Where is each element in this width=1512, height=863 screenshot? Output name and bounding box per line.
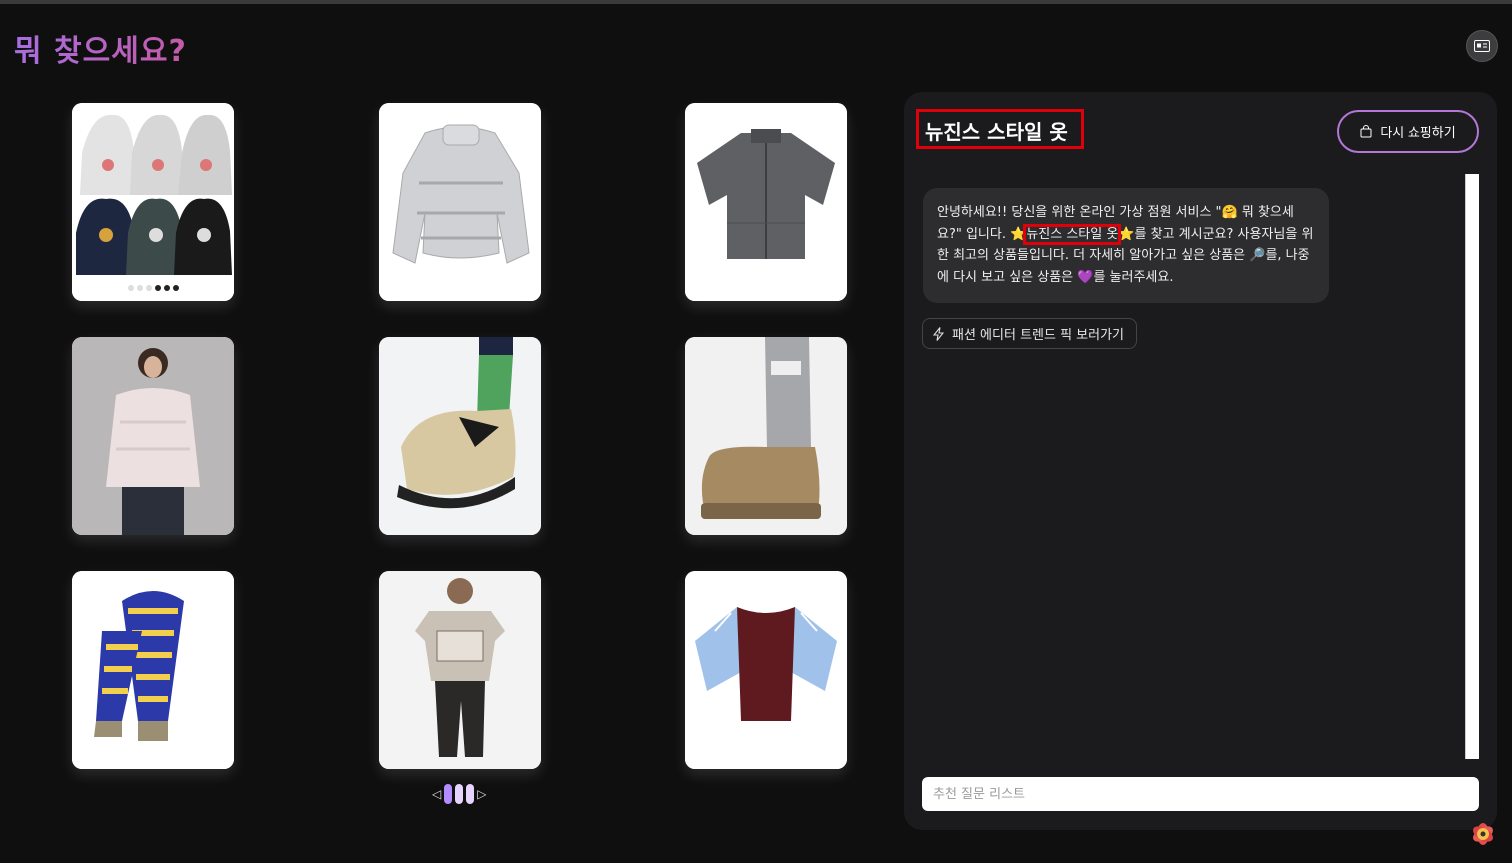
product-image — [379, 337, 541, 535]
product-card-beige-shoe[interactable] — [379, 337, 541, 535]
product-card-silver-puffer[interactable] — [379, 103, 541, 301]
product-card-boots[interactable] — [685, 337, 847, 535]
product-card-hoodie-set[interactable] — [72, 103, 234, 301]
question-list-input[interactable] — [922, 777, 1479, 811]
product-image — [685, 571, 847, 769]
product-image — [379, 571, 541, 769]
product-card-graphic-tee[interactable] — [379, 571, 541, 769]
page-indicator-2[interactable] — [455, 784, 464, 804]
id-card-icon — [1474, 40, 1490, 52]
image-carousel-dots[interactable] — [72, 285, 234, 291]
page-title: 뭐 찾으세요? — [14, 26, 187, 70]
product-image — [685, 103, 847, 301]
top-border — [0, 0, 1512, 4]
product-card-pink-puffer[interactable] — [72, 337, 234, 535]
profile-card-button[interactable] — [1466, 30, 1498, 62]
product-card-raglan-tee[interactable] — [685, 571, 847, 769]
chat-title: 뉴진스 스타일 옷 — [916, 109, 1084, 149]
trend-pick-button[interactable]: 패션 에디터 트렌드 픽 보러가기 — [922, 318, 1137, 349]
prev-page-arrow-icon[interactable]: ◁ — [432, 787, 441, 801]
floating-assistant-button[interactable] — [1466, 817, 1500, 851]
flower-logo-icon — [1473, 823, 1493, 845]
reshop-label: 다시 쇼핑하기 — [1380, 125, 1456, 140]
trend-pick-label: 패션 에디터 트렌드 픽 보러가기 — [952, 328, 1125, 343]
product-card-striped-scarf[interactable] — [72, 571, 234, 769]
page-indicator-3[interactable] — [466, 784, 475, 804]
next-page-arrow-icon[interactable]: ▷ — [477, 787, 486, 801]
product-image — [72, 103, 234, 301]
shopping-bag-icon — [1360, 125, 1372, 138]
product-card-gray-jacket[interactable] — [685, 103, 847, 301]
reshop-button[interactable]: 다시 쇼핑하기 — [1337, 110, 1479, 153]
product-image — [379, 103, 541, 301]
message-highlight: 뉴진스 스타일 옷 — [1023, 223, 1122, 245]
product-image — [72, 337, 234, 535]
product-image — [72, 571, 234, 769]
assistant-message: 안녕하세요!! 당신을 위한 온라인 가상 점원 서비스 "🤗 뭐 찾으세요?"… — [923, 188, 1329, 303]
grid-pagination: ◁ ▷ — [432, 784, 486, 804]
product-image — [685, 337, 847, 535]
chat-scrollbar[interactable] — [1465, 174, 1479, 759]
page-indicator-1[interactable] — [444, 784, 453, 804]
lightning-icon — [933, 326, 944, 341]
